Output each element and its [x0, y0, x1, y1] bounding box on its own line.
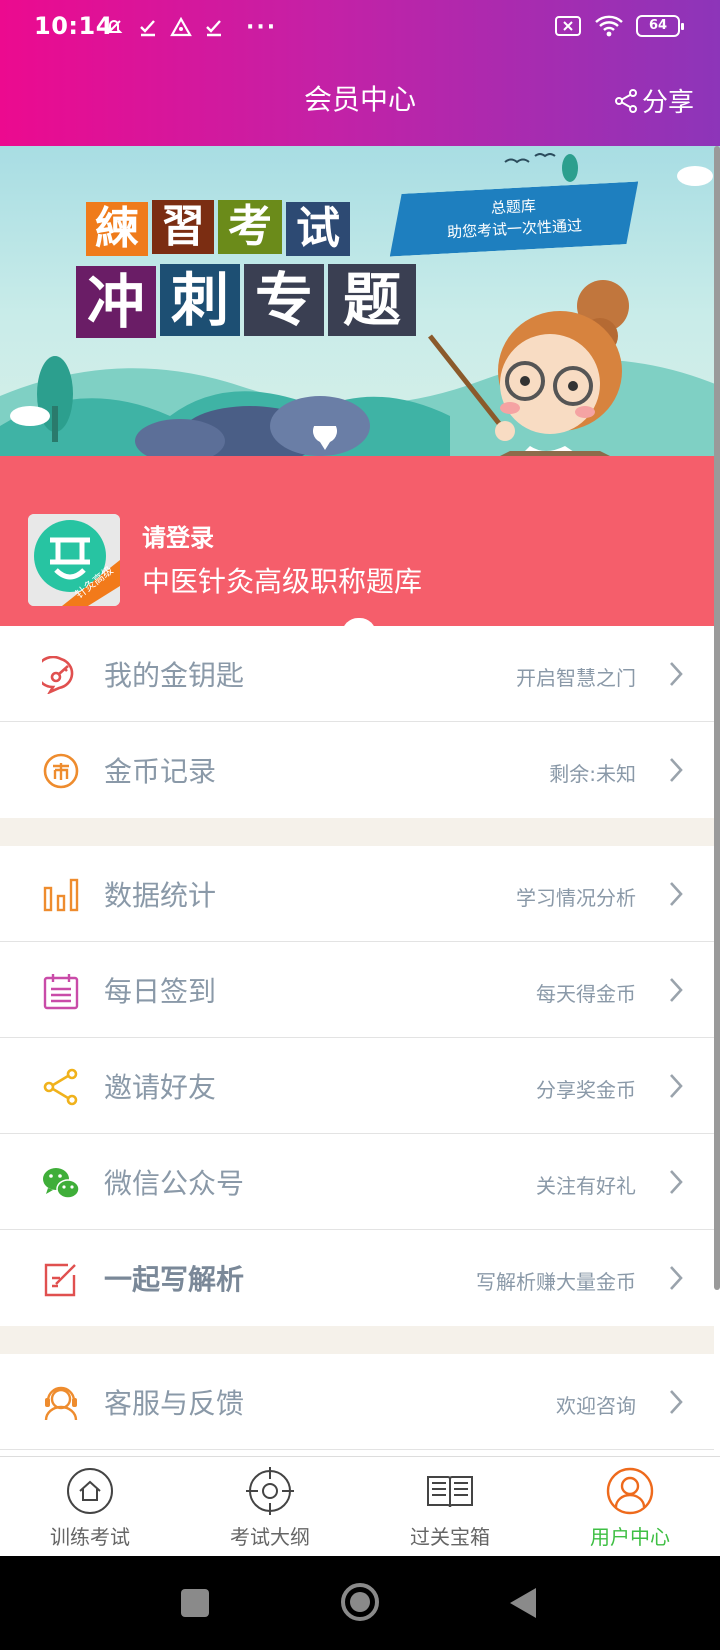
menu-list: 我的金钥匙 开启智慧之门 金币记录 剩余:未知 数据统计 学习情况分析 每日签到…: [0, 626, 714, 1450]
muted-alarm-icon: [105, 20, 123, 34]
menu-item-label: 微信公众号: [104, 1167, 245, 1200]
system-icons: 64: [554, 14, 684, 38]
tab-label: 用户中心: [590, 1525, 670, 1549]
wechat-icon: [43, 1168, 80, 1199]
tab-exam-outline[interactable]: 考试大纲: [180, 1457, 360, 1556]
share-icon: [614, 88, 637, 113]
menu-item-hint: 每天得金币: [536, 982, 636, 1006]
home-icon: [67, 1468, 113, 1514]
tab-label: 过关宝箱: [410, 1525, 490, 1549]
banner-title-tile: 練: [86, 202, 148, 256]
menu-item-daily-checkin[interactable]: 每日签到 每天得金币: [0, 942, 714, 1038]
app-logo: 针灸高级: [28, 514, 120, 606]
carousel-indicator-icon: [313, 426, 337, 450]
chevron-right-icon: [670, 978, 683, 1002]
chevron-right-icon: [670, 1390, 683, 1414]
menu-item-label: 一起写解析: [104, 1263, 245, 1296]
menu-item-label: 客服与反馈: [104, 1387, 245, 1420]
wifi-icon: [595, 15, 623, 37]
menu-item-hint: 剩余:未知: [549, 762, 636, 786]
chevron-right-icon: [670, 758, 683, 782]
login-card[interactable]: 针灸高级 请登录 中医针灸高级职称题库: [0, 456, 720, 634]
menu-item-label: 邀请好友: [104, 1071, 217, 1104]
tab-training-exam[interactable]: 训练考试: [0, 1457, 180, 1556]
page-title: 会员中心: [303, 83, 416, 116]
banner-title-tile: 習: [152, 200, 214, 254]
bar-chart-icon: [43, 878, 79, 912]
menu-item-hint: 关注有好礼: [536, 1174, 636, 1198]
menu-item-write-analysis[interactable]: 一起写解析 写解析赚大量金币: [0, 1230, 714, 1326]
home-button[interactable]: [340, 1582, 380, 1622]
chevron-right-icon: [670, 1074, 683, 1098]
menu-item-hint: 开启智慧之门: [516, 666, 636, 690]
calendar-icon: [43, 974, 79, 1010]
tab-user-center[interactable]: 用户中心: [540, 1457, 720, 1556]
banner-ribbon: 总题库 助您考试一次性通过: [387, 181, 642, 256]
menu-item-statistics[interactable]: 数据统计 学习情况分析: [0, 846, 714, 942]
check-icon: [206, 20, 221, 37]
banner-subtitle-tile: 冲: [76, 266, 156, 338]
menu-item-customer-service[interactable]: 客服与反馈 欢迎咨询: [0, 1354, 714, 1450]
menu-item-hint: 欢迎咨询: [556, 1394, 636, 1418]
chevron-right-icon: [670, 1170, 683, 1194]
menu-item-label: 数据统计: [104, 879, 217, 912]
menu-item-invite-friends[interactable]: 邀请好友 分享奖金币: [0, 1038, 714, 1134]
banner-subtitle-tile: 刺: [160, 264, 240, 336]
tab-treasure-box[interactable]: 过关宝箱: [360, 1457, 540, 1556]
coin-icon: [43, 753, 79, 789]
tab-label: 考试大纲: [230, 1525, 310, 1549]
menu-item-label: 每日签到: [104, 975, 217, 1008]
section-divider: [0, 1326, 714, 1354]
chevron-right-icon: [670, 882, 683, 906]
triangle-app-icon: [170, 17, 192, 37]
login-prompt[interactable]: 请登录: [142, 518, 214, 553]
banner-title-tile: 试: [286, 202, 350, 256]
menu-item-hint: 分享奖金币: [536, 1078, 636, 1102]
sim-off-icon: [555, 16, 581, 36]
golden-key-icon: [42, 656, 74, 694]
recent-apps-button[interactable]: [180, 1588, 210, 1618]
battery-icon: 64: [636, 15, 684, 37]
menu-item-label: 金币记录: [104, 755, 217, 788]
section-divider: [0, 818, 714, 846]
menu-item-hint: 写解析赚大量金币: [476, 1270, 636, 1294]
menu-item-golden-key[interactable]: 我的金钥匙 开启智慧之门: [0, 626, 714, 722]
share-button[interactable]: 分享: [614, 82, 694, 119]
notification-icons: ···: [102, 12, 277, 42]
menu-item-hint: 学习情况分析: [516, 886, 636, 910]
menu-item-wechat-account[interactable]: 微信公众号 关注有好礼: [0, 1134, 714, 1230]
status-bar: 10:14 ··· 64: [0, 0, 720, 58]
check-icon: [140, 20, 155, 37]
menu-item-label: 我的金钥匙: [104, 659, 245, 692]
system-navigation-bar: [0, 1556, 720, 1650]
user-icon: [606, 1467, 654, 1515]
edit-icon: [44, 1263, 76, 1297]
chevron-right-icon: [670, 1266, 683, 1290]
scrollbar[interactable]: [714, 146, 720, 1290]
share-icon: [43, 1068, 78, 1106]
app-header: 10:14 ··· 64 会员中心 分享: [0, 0, 720, 146]
promo-banner[interactable]: 練 習 考 试 冲 刺 专 题 总题库 助您考试一次性通过: [0, 146, 720, 456]
bottom-tab-bar: 训练考试 考试大纲 过关宝箱 用户中心: [0, 1456, 720, 1556]
target-icon: [246, 1467, 294, 1515]
back-button[interactable]: [508, 1586, 538, 1620]
chevron-right-icon: [670, 662, 683, 686]
question-bank-name: 中医针灸高级职称题库: [142, 565, 423, 598]
banner-subtitle-tile: 专: [244, 264, 324, 336]
book-icon: [427, 1476, 473, 1508]
menu-item-coin-record[interactable]: 金币记录 剩余:未知: [0, 722, 714, 818]
more-notifications-icon: ···: [246, 14, 278, 40]
banner-subtitle-tile: 题: [328, 264, 416, 336]
share-label: 分享: [641, 88, 694, 118]
tab-label: 训练考试: [50, 1525, 130, 1549]
customer-service-icon: [44, 1386, 78, 1421]
banner-title-tile: 考: [218, 200, 282, 254]
